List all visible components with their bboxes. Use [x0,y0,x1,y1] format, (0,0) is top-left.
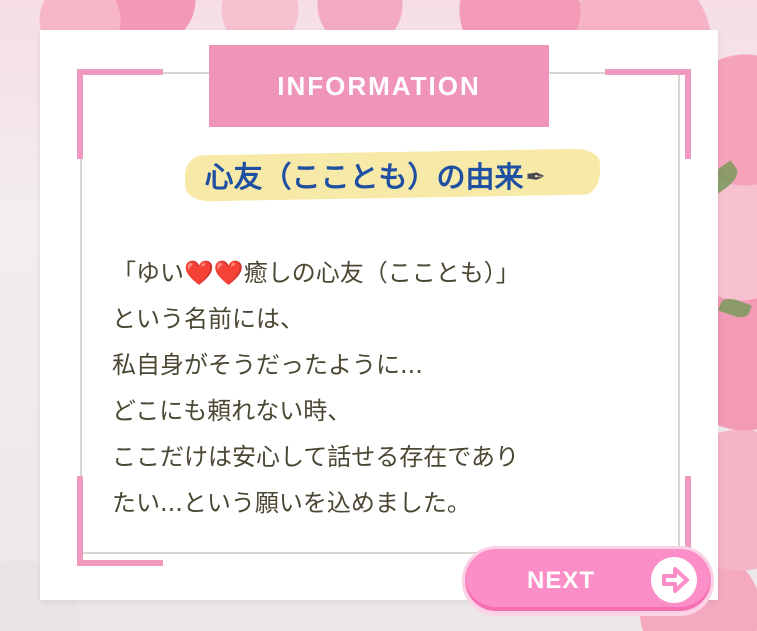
description-line-3: 私自身がそうだったように... [112,351,423,379]
information-banner: INFORMATION [209,45,549,127]
next-button[interactable]: NEXT [462,546,714,614]
pen-icon: ✒ [525,163,546,191]
information-banner-label: INFORMATION [277,70,481,101]
page-title: 心友（こことも）の由来✒ [140,154,610,196]
title-section: 心友（こことも）の由来✒ [140,140,620,210]
arrow-right-circle-icon [651,557,697,603]
description-line-1: 「ゆい❤️❤️癒しの心友（こことも）」 [112,250,672,296]
description-line-4: どこにも頼れない時、 [112,397,352,425]
description-line-1-end: 癒しの心友（こことも）」 [243,259,520,287]
next-button-label: NEXT [527,567,596,594]
hearts-icon: ❤️❤️ [184,259,244,287]
page-title-text: 心友（こことも）の由来 [204,160,524,194]
description-line-1-start: 「ゆい [112,259,184,287]
description-text: 「ゆい❤️❤️癒しの心友（こことも）」 という名前には、 私自身がそうだったよう… [112,250,672,526]
description-line-2: という名前には、 [112,305,304,333]
description-line-6: たい...という願いを込めました。 [112,489,471,517]
description-line-5: ここだけは安心して話せる存在であり [112,443,520,471]
